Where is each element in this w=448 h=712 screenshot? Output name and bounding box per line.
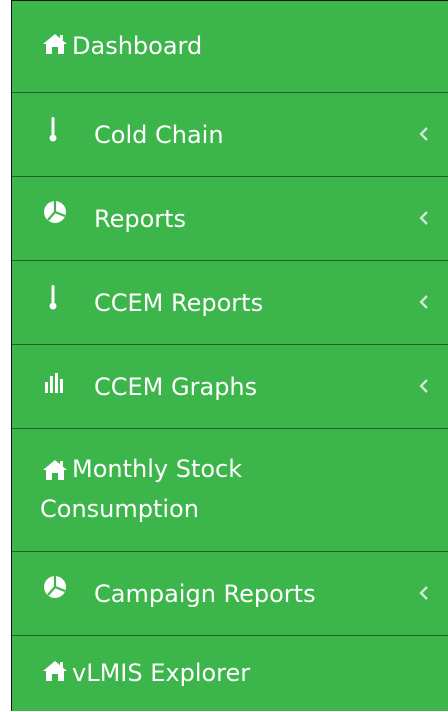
home-icon (42, 660, 68, 682)
pie-chart-icon (43, 575, 67, 599)
sidebar-item-label: Campaign Reports (94, 580, 316, 608)
sidebar-item-ccem-graphs[interactable]: CCEM Graphs (12, 345, 448, 429)
chevron-left-icon (416, 207, 432, 229)
chevron-left-icon (416, 123, 432, 145)
sidebar-item-reports[interactable]: Reports (12, 177, 448, 261)
sidebar-item-label: Reports (94, 205, 187, 233)
sidebar-item-ccem-reports[interactable]: CCEM Reports (12, 261, 448, 345)
thermometer-icon (49, 117, 57, 143)
pie-chart-icon (43, 200, 67, 224)
thermometer-icon (49, 285, 57, 311)
sidebar-item-label: Monthly Stock Consumption (40, 455, 243, 523)
home-icon (42, 33, 68, 55)
chevron-left-icon (416, 582, 432, 604)
sidebar-item-monthly-stock-consumption[interactable]: Monthly Stock Consumption (12, 429, 448, 552)
sidebar-item-label: Cold Chain (94, 121, 224, 149)
bar-chart-icon (44, 373, 66, 393)
sidebar-nav: Dashboard Cold Chain Reports CCEM Report… (11, 0, 448, 711)
sidebar-item-campaign-reports[interactable]: Campaign Reports (12, 552, 448, 636)
sidebar-item-label: CCEM Reports (94, 289, 264, 317)
sidebar-menu: Dashboard Cold Chain Reports CCEM Report… (12, 1, 448, 712)
sidebar-item-dashboard[interactable]: Dashboard (12, 1, 448, 93)
sidebar-item-vlmis-explorer[interactable]: vLMIS Explorer (12, 636, 448, 712)
chevron-left-icon (416, 291, 432, 313)
sidebar-item-cold-chain[interactable]: Cold Chain (12, 93, 448, 177)
chevron-left-icon (416, 375, 432, 397)
sidebar-item-label: vLMIS Explorer (72, 659, 251, 687)
sidebar-item-label: Dashboard (72, 32, 203, 60)
sidebar-item-label: CCEM Graphs (94, 373, 258, 401)
